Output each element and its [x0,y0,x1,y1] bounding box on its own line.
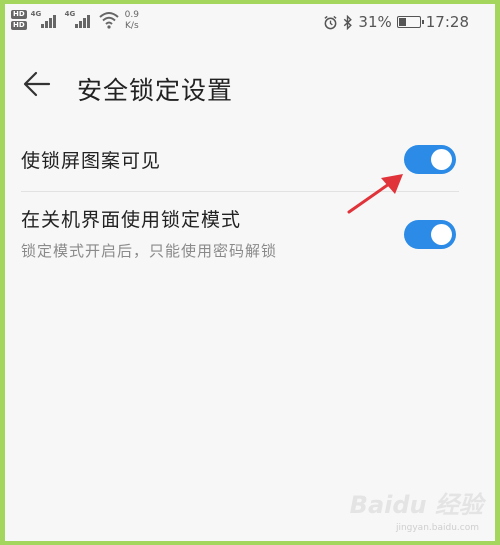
annotation-arrow-icon [347,174,403,214]
clock-time: 17:28 [425,13,469,31]
lockdown-mode-toggle[interactable] [404,220,456,249]
toggle-knob [431,224,452,245]
alarm-icon [324,15,337,29]
title-bar: 安全锁定设置 [5,59,495,109]
bluetooth-icon [344,14,353,30]
network-speed: 0.9 K/s [125,10,139,32]
setting-label: 在关机界面使用锁定模式 [21,209,242,231]
hd-badge: HD [11,10,27,19]
setting-row-pattern-visible[interactable]: 使锁屏图案可见 [5,140,495,190]
battery-icon [396,16,424,28]
watermark-url: jingyan.baidu.com [395,523,479,533]
status-bar: HD HD 4G 4G 0.9 K/s 31% 17:28 [5,4,495,40]
speed-value: 0.9 [124,10,139,20]
battery-percent: 31% [358,13,392,31]
battery-fill [398,18,406,26]
speed-unit: K/s [125,21,139,31]
signal-icon: 4G [65,10,95,30]
watermark-brand: Baidu 经验 [349,491,483,519]
hd-badge: HD [11,21,27,30]
setting-label: 使锁屏图案可见 [21,150,162,172]
back-arrow-icon[interactable] [23,71,51,97]
watermark: Baidu 经验 jingyan.baidu.com [343,483,483,533]
pattern-visible-toggle[interactable] [404,145,456,174]
setting-subtitle: 锁定模式开启后，只能使用密码解锁 [21,242,278,260]
toggle-knob [431,149,452,170]
status-bar-right: 31% 17:28 [323,13,469,31]
status-bar-left: HD HD 4G 4G 0.9 K/s [11,10,139,32]
signal-icon: 4G [31,10,61,30]
setting-row-lockdown-mode[interactable]: 在关机界面使用锁定模式 锁定模式开启后，只能使用密码解锁 [5,200,495,270]
wifi-icon [99,12,119,29]
hd-indicators: HD HD [11,10,27,30]
page-title: 安全锁定设置 [77,76,234,105]
phone-screen: HD HD 4G 4G 0.9 K/s 31% 17:28 安全锁定设置 使锁屏… [5,4,495,541]
